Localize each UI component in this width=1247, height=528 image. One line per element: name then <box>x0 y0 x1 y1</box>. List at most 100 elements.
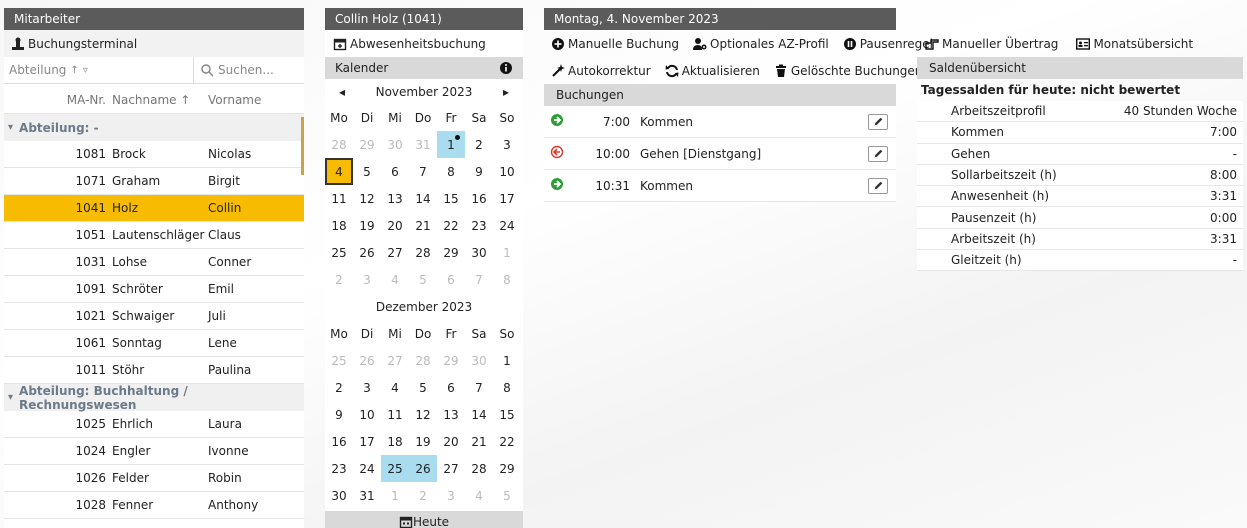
next-month-icon[interactable]: ▸ <box>503 85 509 99</box>
employee-row[interactable]: 1028 Fenner Anthony <box>4 492 304 519</box>
calendar-day[interactable]: 22 <box>437 212 465 239</box>
employee-row[interactable]: 1021 Schwaiger Juli <box>4 303 304 330</box>
calendar-day[interactable]: 7 <box>465 374 493 401</box>
department-group-header[interactable]: ▾ Abteilung: - <box>4 114 304 141</box>
calendar-day[interactable]: 5 <box>409 266 437 293</box>
booking-row[interactable]: 10:31 Kommen <box>544 170 896 202</box>
department-filter[interactable]: Abteilung ↑ ▿ <box>4 57 194 83</box>
calendar-day[interactable]: 24 <box>353 455 381 482</box>
calendar-day[interactable]: 7 <box>465 266 493 293</box>
calendar-day[interactable]: 4 <box>381 374 409 401</box>
absence-booking-button[interactable]: Abwesenheitsbuchung <box>333 37 486 51</box>
refresh-button[interactable]: Aktualisieren <box>665 64 760 78</box>
calendar-day[interactable]: 18 <box>381 428 409 455</box>
calendar-day[interactable]: 30 <box>465 239 493 266</box>
calendar-day[interactable]: 3 <box>353 374 381 401</box>
today-button[interactable]: Heute <box>325 511 523 528</box>
calendar-day[interactable]: 28 <box>325 131 353 158</box>
calendar-day[interactable]: 30 <box>381 131 409 158</box>
calendar-day[interactable]: 3 <box>493 131 521 158</box>
column-header-nr[interactable]: MA-Nr. <box>4 93 112 107</box>
month-overview-button[interactable]: Monatsübersicht <box>1076 37 1193 51</box>
calendar-day[interactable]: 7 <box>409 158 437 185</box>
calendar-day[interactable]: 16 <box>465 185 493 212</box>
optional-profile-button[interactable]: Optionales AZ-Profil <box>693 37 829 51</box>
calendar-day[interactable]: 25 <box>325 239 353 266</box>
calendar-day[interactable]: 17 <box>353 428 381 455</box>
calendar-day[interactable]: 20 <box>437 428 465 455</box>
booking-row[interactable]: 7:00 Kommen <box>544 106 896 138</box>
manual-transfer-button[interactable]: Manueller Übertrag <box>925 37 1058 51</box>
calendar-day[interactable]: 4 <box>381 266 409 293</box>
employee-row[interactable]: 1031 Lohse Conner <box>4 249 304 276</box>
calendar-day[interactable]: 19 <box>353 212 381 239</box>
edit-booking-button[interactable] <box>868 113 888 130</box>
calendar-day[interactable]: 2 <box>325 266 353 293</box>
calendar-day[interactable]: 29 <box>437 347 465 374</box>
calendar-day[interactable]: 8 <box>493 266 521 293</box>
calendar-day[interactable]: 17 <box>493 185 521 212</box>
calendar-day[interactable]: 26 <box>353 239 381 266</box>
calendar-day[interactable]: 8 <box>437 158 465 185</box>
calendar-day[interactable]: 3 <box>353 266 381 293</box>
calendar-day[interactable]: 29 <box>437 239 465 266</box>
calendar-day[interactable]: 11 <box>325 185 353 212</box>
calendar-day[interactable]: 10 <box>353 401 381 428</box>
employee-row[interactable]: 1061 Sonntag Lene <box>4 330 304 357</box>
calendar-day[interactable]: 25 <box>381 455 409 482</box>
calendar-day[interactable]: 26 <box>409 455 437 482</box>
calendar-day[interactable]: 3 <box>437 482 465 509</box>
column-header-vorname[interactable]: Vorname <box>208 93 304 107</box>
calendar-day[interactable]: 31 <box>409 131 437 158</box>
booking-row[interactable]: 10:00 Gehen [Dienstgang] <box>544 138 896 170</box>
calendar-day[interactable]: 1 <box>381 482 409 509</box>
employee-row[interactable]: 1011 Stöhr Paulina <box>4 357 304 384</box>
calendar-day[interactable]: 23 <box>325 455 353 482</box>
employee-row[interactable]: 1081 Brock Nicolas <box>4 141 304 168</box>
employee-row[interactable]: 1071 Graham Birgit <box>4 168 304 195</box>
calendar-day[interactable]: 20 <box>381 212 409 239</box>
calendar-day[interactable]: 12 <box>353 185 381 212</box>
calendar-day[interactable]: 25 <box>325 347 353 374</box>
calendar-day[interactable]: 12 <box>409 401 437 428</box>
calendar-day[interactable]: 5 <box>409 374 437 401</box>
calendar-day[interactable]: 19 <box>409 428 437 455</box>
calendar-day[interactable]: 16 <box>325 428 353 455</box>
employee-row[interactable]: 1026 Felder Robin <box>4 465 304 492</box>
calendar-day[interactable]: 27 <box>381 347 409 374</box>
calendar-day[interactable]: 15 <box>437 185 465 212</box>
calendar-day[interactable]: 2 <box>465 131 493 158</box>
calendar-day[interactable]: 18 <box>325 212 353 239</box>
calendar-day[interactable]: 6 <box>437 374 465 401</box>
calendar-day[interactable]: 9 <box>465 158 493 185</box>
calendar-day[interactable]: 13 <box>381 185 409 212</box>
calendar-day[interactable]: 26 <box>353 347 381 374</box>
prev-month-icon[interactable]: ◂ <box>339 85 345 99</box>
calendar-day[interactable]: 28 <box>409 239 437 266</box>
calendar-day[interactable]: 8 <box>493 374 521 401</box>
calendar-day[interactable]: 10 <box>493 158 521 185</box>
calendar-day[interactable]: 29 <box>493 455 521 482</box>
employee-list-scrollbar[interactable] <box>301 117 304 175</box>
department-group-header[interactable]: ▾ Abteilung: Buchhaltung / Rechnungswesen <box>4 384 304 412</box>
calendar-day[interactable]: 21 <box>409 212 437 239</box>
calendar-day[interactable]: 23 <box>465 212 493 239</box>
column-header-nachname[interactable]: Nachname ↑ <box>112 93 208 107</box>
calendar-day[interactable]: 1 <box>437 131 465 158</box>
calendar-day[interactable]: 1 <box>493 347 521 374</box>
calendar-day[interactable]: 30 <box>465 347 493 374</box>
calendar-day[interactable]: 4 <box>465 482 493 509</box>
calendar-day[interactable]: 27 <box>381 239 409 266</box>
calendar-day[interactable]: 29 <box>353 131 381 158</box>
auto-correct-button[interactable]: Autokorrektur <box>551 63 651 78</box>
employee-row[interactable]: 1091 Schröter Emil <box>4 276 304 303</box>
employee-search-input[interactable]: Suchen... <box>194 63 304 77</box>
calendar-day[interactable]: 13 <box>437 401 465 428</box>
employee-row[interactable]: 1051 Lautenschläger Claus <box>4 222 304 249</box>
calendar-day[interactable]: 14 <box>465 401 493 428</box>
employee-row[interactable]: 1025 Ehrlich Laura <box>4 411 304 438</box>
calendar-day[interactable]: 2 <box>325 374 353 401</box>
calendar-day-today[interactable]: 4 <box>325 158 353 185</box>
edit-booking-button[interactable] <box>868 177 888 194</box>
calendar-day[interactable]: 5 <box>493 482 521 509</box>
